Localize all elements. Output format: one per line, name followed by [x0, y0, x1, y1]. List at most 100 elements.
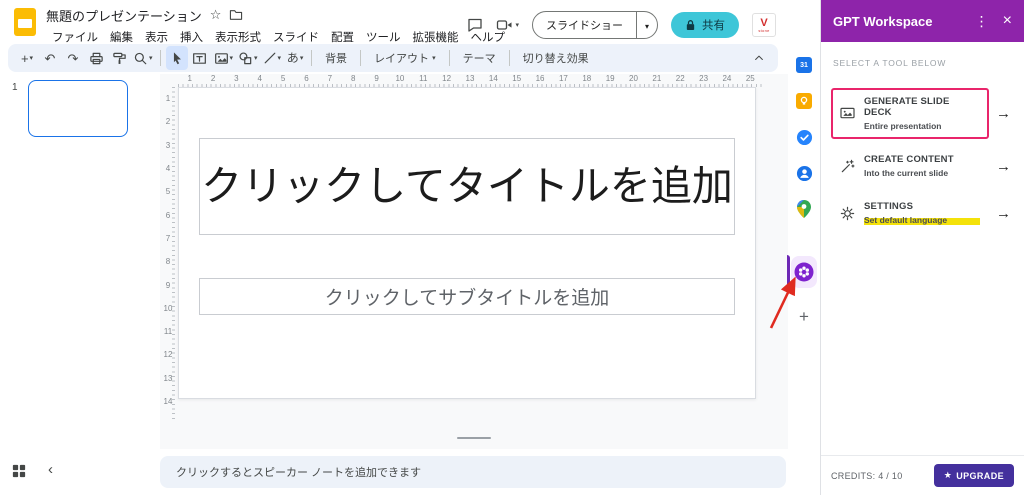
ruler-tick: 4 — [161, 157, 175, 180]
star-icon[interactable]: ☆ — [210, 7, 222, 23]
tool-title: SETTINGS — [864, 201, 980, 212]
keep-addon-button[interactable] — [795, 92, 813, 110]
subtitle-placeholder[interactable]: クリックしてサブタイトルを追加 — [199, 278, 735, 315]
slide-thumbnail-1[interactable] — [28, 80, 128, 137]
tool-title: CREATE CONTENT — [864, 154, 980, 165]
arrow-right-icon[interactable]: → — [989, 158, 1014, 175]
insert-shape-button[interactable]: ▾ — [236, 46, 260, 70]
menu-item[interactable]: 挿入 — [174, 27, 209, 47]
print-button[interactable] — [85, 46, 107, 70]
notes-resize-handle[interactable] — [457, 437, 491, 439]
ruler-tick: 1 — [178, 74, 201, 87]
background-button[interactable]: 背景 — [317, 46, 355, 70]
settings-button[interactable]: SETTINGS Set default language — [831, 193, 989, 233]
share-button[interactable]: 共有 — [671, 12, 739, 38]
menu-item[interactable]: 表示形式 — [209, 27, 267, 47]
tool-row-generate-slide-deck: GENERATE SLIDE DECK Entire presentation … — [831, 88, 1014, 139]
generate-slide-deck-button[interactable]: GENERATE SLIDE DECK Entire presentation — [831, 88, 989, 139]
select-tool-label: SELECT A TOOL BELOW — [833, 58, 1014, 68]
slideshow-options-caret[interactable]: ▾ — [636, 12, 657, 38]
text-options-button[interactable]: あ ▾ — [284, 46, 306, 70]
title-placeholder[interactable]: クリックしてタイトルを追加 — [199, 138, 735, 235]
maps-addon-button[interactable] — [795, 200, 813, 218]
panel-footer: CREDITS: 4 / 10 ★ UPGRADE — [821, 455, 1024, 495]
slideshow-label[interactable]: スライドショー — [533, 12, 636, 38]
toolbar: +▾ ↶ ↷ ▾ ▾ — [8, 44, 778, 72]
menu-item[interactable]: 配置 — [325, 27, 360, 47]
tasks-icon — [796, 129, 813, 146]
meet-camera-icon[interactable]: ▾ — [496, 18, 519, 32]
select-tool-button[interactable] — [166, 46, 188, 70]
ruler-tick: 24 — [715, 74, 738, 87]
grid-view-icon[interactable] — [12, 464, 26, 483]
doc-title[interactable]: 無題のプレゼンテーション — [46, 6, 202, 25]
get-addons-button[interactable]: + — [799, 308, 809, 325]
close-icon[interactable]: × — [1003, 12, 1012, 30]
menu-item[interactable]: スライド — [267, 27, 325, 47]
ruler-tick: 10 — [161, 297, 175, 320]
menu-item[interactable]: ツール — [360, 27, 407, 47]
tool-desc: Entire presentation — [864, 121, 980, 131]
ruler-tick: 11 — [412, 74, 435, 87]
panel-title: GPT Workspace — [833, 14, 975, 29]
tool-row-create-content: CREATE CONTENT Into the current slide → — [831, 146, 1014, 186]
textbox-button[interactable] — [189, 46, 211, 70]
paint-format-button[interactable] — [108, 46, 130, 70]
arrow-right-icon[interactable]: → — [989, 205, 1014, 222]
contacts-addon-button[interactable] — [795, 164, 813, 182]
avatar[interactable]: V stone — [752, 13, 776, 37]
panel-header: GPT Workspace ⋮ × — [821, 0, 1024, 42]
chevron-down-icon[interactable]: ▾ — [515, 21, 519, 29]
transition-button[interactable]: 切り替え効果 — [515, 46, 597, 70]
hide-menus-button[interactable] — [748, 46, 770, 70]
insert-image-button[interactable]: ▾ — [212, 46, 236, 70]
menu-item[interactable]: 表示 — [139, 27, 174, 47]
menu-item[interactable]: 拡張機能 — [407, 27, 465, 47]
title-block: 無題のプレゼンテーション ☆ ファイル編集表示挿入表示形式スライド配置ツール拡張… — [46, 6, 467, 47]
toolbar-separator — [449, 50, 450, 66]
move-to-folder-icon[interactable] — [229, 9, 243, 21]
ruler-tick: 9 — [161, 273, 175, 296]
speaker-notes-input[interactable]: クリックするとスピーカー ノートを追加できます — [160, 456, 786, 488]
gpt-workspace-addon-button[interactable] — [791, 256, 817, 288]
calendar-addon-button[interactable]: 31 — [795, 56, 813, 74]
new-slide-button[interactable]: +▾ — [16, 46, 38, 70]
ruler-tick: 6 — [295, 74, 318, 87]
yellow-highlight-bar — [947, 218, 980, 225]
kebab-menu-icon[interactable]: ⋮ — [975, 13, 989, 30]
tasks-addon-button[interactable] — [795, 128, 813, 146]
ruler-tick: 10 — [388, 74, 411, 87]
ruler-tick: 11 — [161, 320, 175, 343]
toolbar-separator — [509, 50, 510, 66]
ruler-tick: 13 — [458, 74, 481, 87]
theme-button[interactable]: テーマ — [455, 46, 504, 70]
comments-icon[interactable] — [467, 17, 483, 33]
ruler-tick: 5 — [161, 180, 175, 203]
layout-button[interactable]: レイアウト▾ — [366, 46, 444, 70]
ruler-tick: 3 — [161, 134, 175, 157]
lock-icon — [685, 19, 696, 31]
insert-line-button[interactable]: ▾ — [261, 46, 284, 70]
slides-logo[interactable] — [14, 8, 36, 36]
credits-label: CREDITS: 4 / 10 — [831, 471, 903, 481]
slides-app: 無題のプレゼンテーション ☆ ファイル編集表示挿入表示形式スライド配置ツール拡張… — [0, 0, 788, 495]
upgrade-button[interactable]: ★ UPGRADE — [934, 464, 1014, 487]
menu-item[interactable]: ファイル — [46, 27, 104, 47]
slideshow-button[interactable]: スライドショー ▾ — [532, 11, 658, 39]
ruler-tick: 2 — [201, 74, 224, 87]
menu-item[interactable]: 編集 — [104, 27, 139, 47]
v-ruler: 1234567891011121314 — [161, 87, 175, 421]
ruler-tick: 9 — [365, 74, 388, 87]
zoom-button[interactable]: ▾ — [131, 46, 155, 70]
slide-canvas[interactable]: クリックしてタイトルを追加 クリックしてサブタイトルを追加 — [178, 87, 756, 399]
arrow-right-icon[interactable]: → — [989, 105, 1014, 122]
gear-icon — [840, 206, 855, 221]
collapse-filmstrip-icon[interactable]: ‹ — [48, 461, 53, 478]
redo-button[interactable]: ↷ — [62, 46, 84, 70]
ruler-tick: 14 — [482, 74, 505, 87]
gpt-workspace-icon — [794, 262, 814, 282]
create-content-button[interactable]: CREATE CONTENT Into the current slide — [831, 146, 989, 186]
undo-button[interactable]: ↶ — [39, 46, 61, 70]
menu-bar: ファイル編集表示挿入表示形式スライド配置ツール拡張機能ヘルプ — [46, 27, 467, 47]
ruler-tick: 20 — [622, 74, 645, 87]
